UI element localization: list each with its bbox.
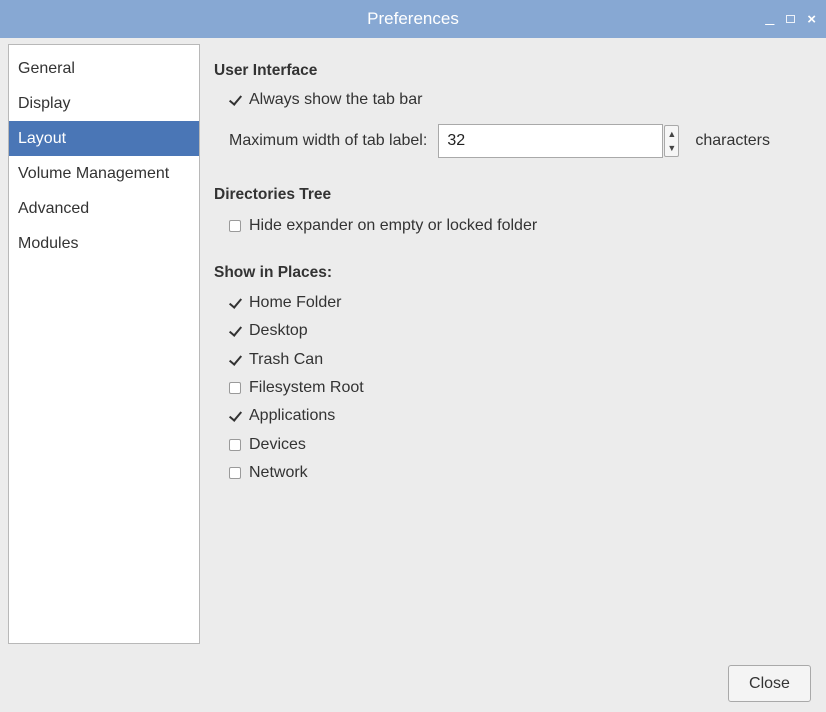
places-item-devices[interactable]: Devices: [229, 436, 306, 454]
sidebar-item-advanced[interactable]: Advanced: [9, 191, 199, 226]
places-item-label: Trash Can: [249, 351, 324, 368]
places-item-label: Devices: [249, 436, 306, 453]
places-item-label: Desktop: [249, 322, 308, 339]
hide-expander-option[interactable]: Hide expander on empty or locked folder: [229, 217, 537, 235]
user-interface-heading: User Interface: [214, 62, 318, 79]
stepper-up-icon[interactable]: ▲: [665, 127, 678, 141]
directories-tree-heading: Directories Tree: [214, 186, 332, 203]
title-bar[interactable]: Preferences _ ×: [0, 0, 826, 38]
places-item-home-folder[interactable]: Home Folder: [229, 294, 341, 312]
network-checkbox[interactable]: [229, 467, 241, 479]
places-item-applications[interactable]: Applications: [229, 407, 335, 425]
places-item-network[interactable]: Network: [229, 464, 308, 482]
max-tab-width-stepper[interactable]: ▲ ▼: [664, 125, 680, 157]
window-title: Preferences: [367, 9, 459, 28]
places-item-label: Network: [249, 464, 308, 481]
close-icon[interactable]: ×: [807, 12, 816, 27]
always-show-tab-bar-label: Always show the tab bar: [249, 91, 423, 108]
close-button[interactable]: Close: [728, 665, 811, 702]
window-controls: _ ×: [765, 0, 816, 38]
applications-checkbox[interactable]: [229, 410, 241, 422]
show-in-places-heading: Show in Places:: [214, 264, 333, 281]
home-folder-checkbox[interactable]: [229, 297, 241, 309]
sidebar-item-general[interactable]: General: [9, 51, 199, 86]
max-tab-width-row: Maximum width of tab label: 32 ▲ ▼ chara…: [229, 124, 770, 158]
places-item-label: Home Folder: [249, 294, 342, 311]
max-tab-width-label: Maximum width of tab label:: [229, 132, 428, 149]
sidebar-item-layout[interactable]: Layout: [9, 121, 199, 156]
places-item-filesystem-root[interactable]: Filesystem Root: [229, 379, 364, 397]
places-item-label: Applications: [249, 407, 336, 424]
trash-can-checkbox[interactable]: [229, 354, 241, 366]
preferences-window: Preferences _ × General Display Layout V…: [0, 0, 826, 712]
stepper-down-icon[interactable]: ▼: [665, 141, 678, 155]
maximize-icon[interactable]: [786, 15, 796, 23]
always-show-tab-bar-option[interactable]: Always show the tab bar: [229, 91, 422, 109]
filesystem-root-checkbox[interactable]: [229, 382, 241, 394]
devices-checkbox[interactable]: [229, 439, 241, 451]
minimize-icon[interactable]: _: [765, 10, 774, 26]
places-item-trash-can[interactable]: Trash Can: [229, 351, 323, 369]
places-item-desktop[interactable]: Desktop: [229, 322, 308, 340]
sidebar: General Display Layout Volume Management…: [8, 44, 200, 644]
sidebar-item-modules[interactable]: Modules: [9, 226, 199, 261]
max-tab-width-unit: characters: [695, 132, 771, 149]
hide-expander-label: Hide expander on empty or locked folder: [249, 217, 538, 234]
always-show-tab-bar-checkbox[interactable]: [229, 94, 241, 106]
desktop-checkbox[interactable]: [229, 325, 241, 337]
sidebar-item-volume-management[interactable]: Volume Management: [9, 156, 199, 191]
sidebar-item-display[interactable]: Display: [9, 86, 199, 121]
max-tab-width-input[interactable]: 32: [438, 124, 664, 158]
places-item-label: Filesystem Root: [249, 379, 364, 396]
hide-expander-checkbox[interactable]: [229, 220, 241, 232]
